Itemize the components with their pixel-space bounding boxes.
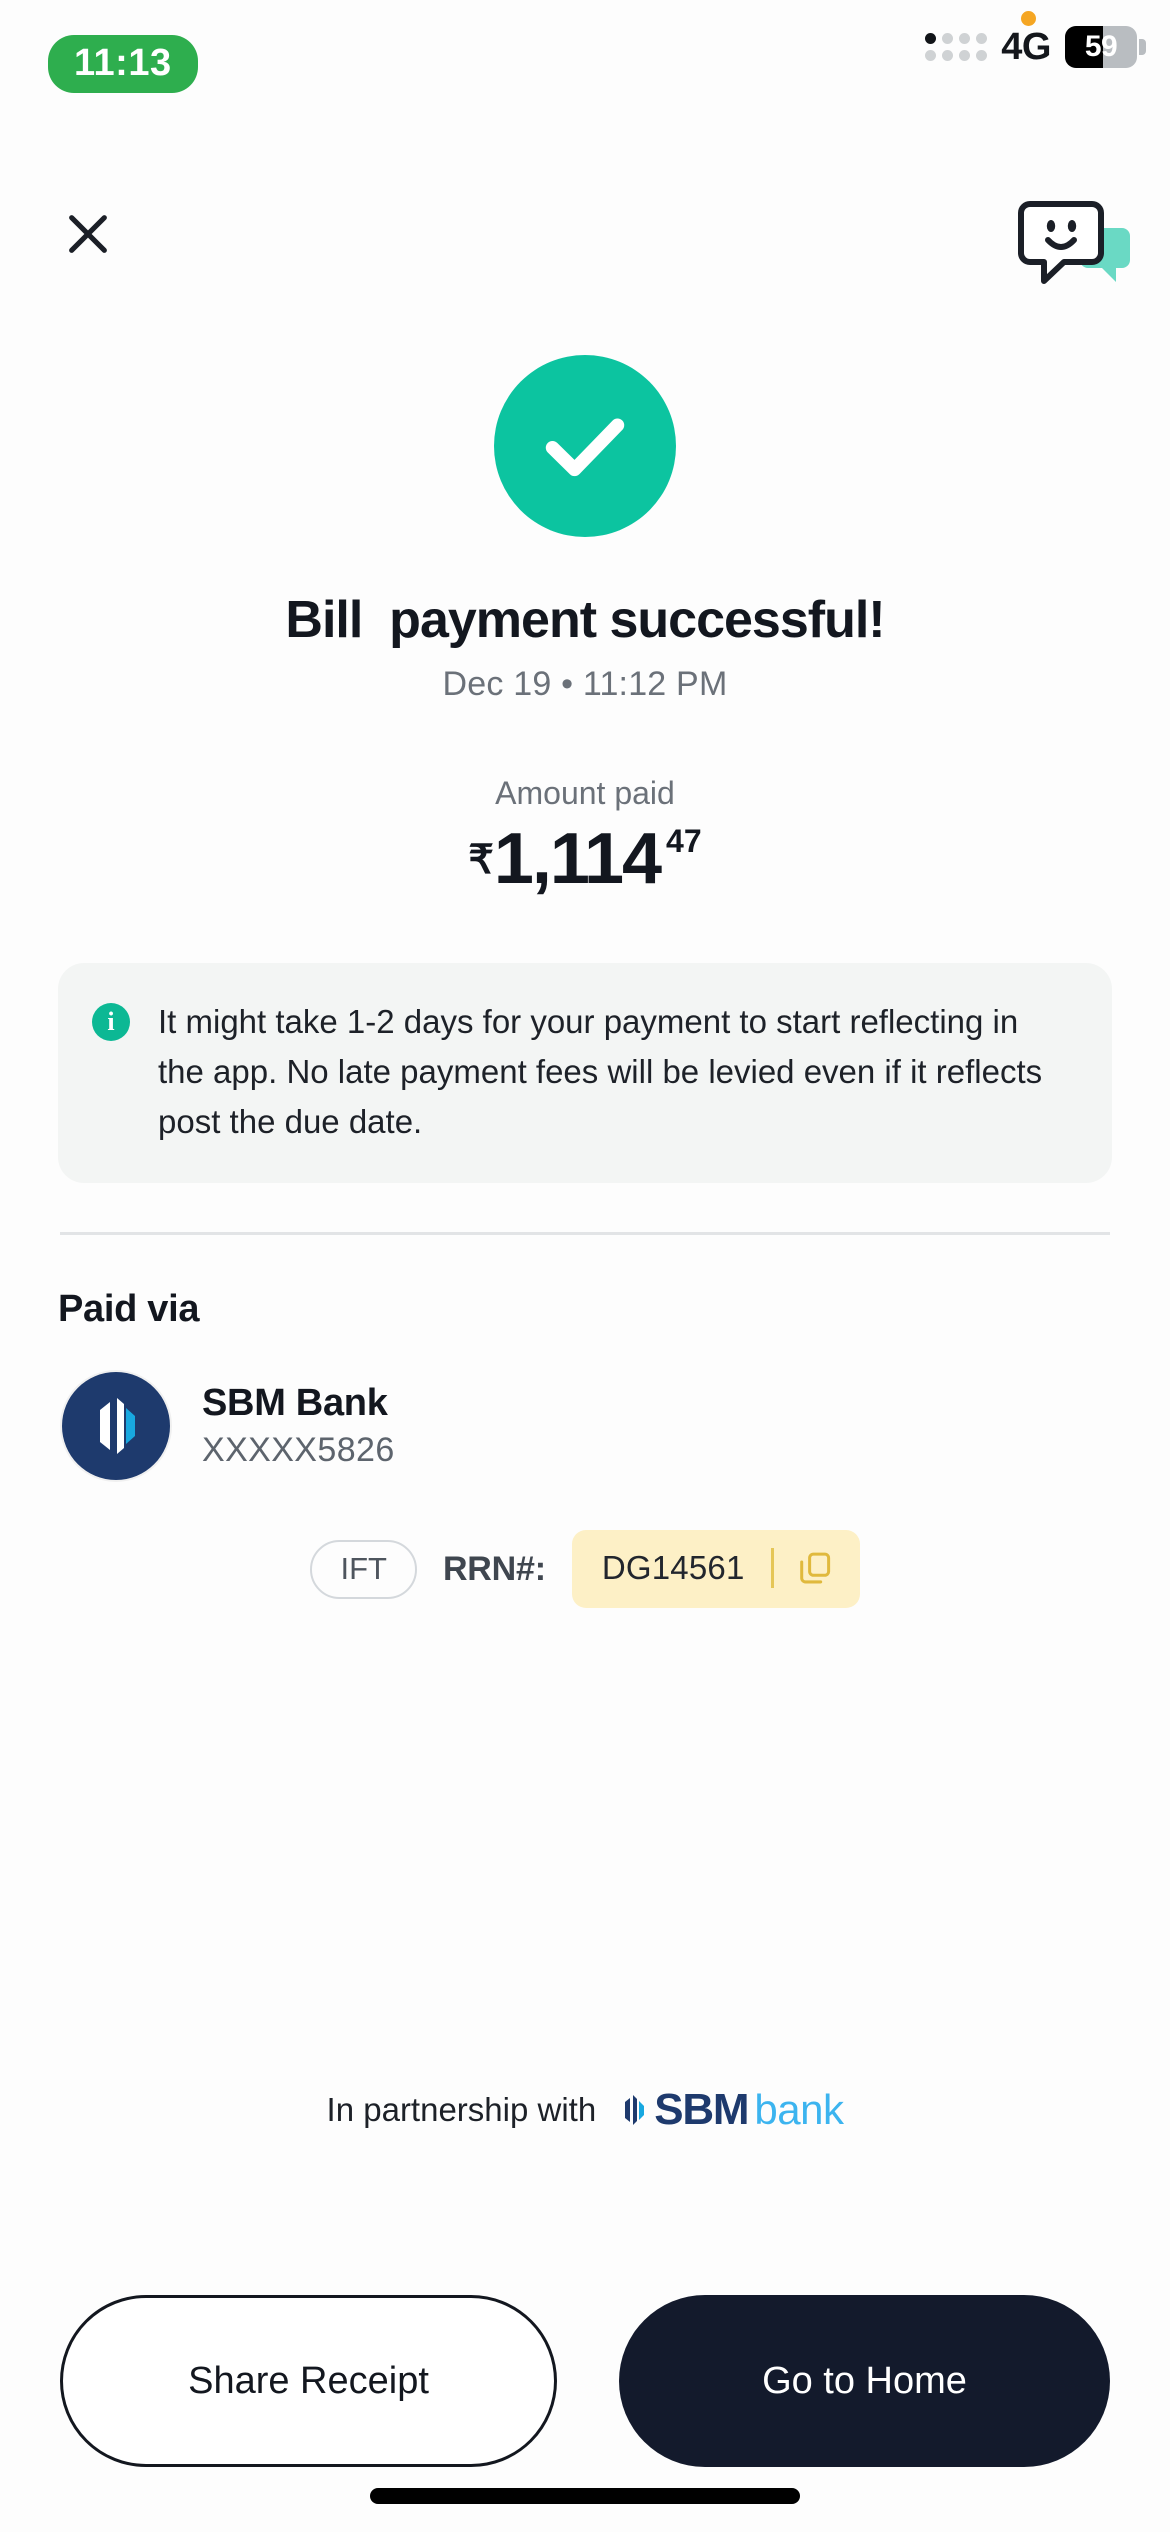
status-bar: 11:13 4G 59 <box>0 0 1170 96</box>
network-type-label: 4G <box>1001 26 1051 68</box>
brand-secondary: bank <box>754 2086 844 2133</box>
close-button[interactable] <box>60 206 116 262</box>
partnership-label: In partnership with <box>326 2091 597 2128</box>
info-note-card: i It might take 1-2 days for your paymen… <box>58 963 1112 1184</box>
info-note-text: It might take 1-2 days for your payment … <box>158 1003 1043 1141</box>
copy-button[interactable] <box>774 1549 860 1587</box>
notification-dot-icon <box>1021 11 1036 26</box>
action-button-row: Share Receipt Go to Home <box>60 2295 1110 2467</box>
sbm-mark-icon <box>625 2095 645 2125</box>
payment-mode-badge: IFT <box>310 1539 417 1599</box>
home-indicator[interactable] <box>370 2488 800 2504</box>
partnership-footer: In partnership with SBM bank <box>0 2085 1170 2135</box>
page-title: Bill payment successful! <box>285 591 885 649</box>
sbm-bank-wordmark: SBM bank <box>622 2085 844 2135</box>
rrn-label: RRN#: <box>442 1549 546 1588</box>
success-check-badge <box>494 355 676 537</box>
bank-account-masked: XXXXX5826 <box>202 1431 395 1469</box>
brand-primary: SBM <box>654 2085 749 2134</box>
amount-paid-label: Amount paid <box>495 775 675 811</box>
top-nav-bar <box>0 190 1170 300</box>
amount-minor: 47 <box>666 823 702 859</box>
sbm-logo-mark <box>100 1398 135 1454</box>
rrn-value: DG14561 <box>601 1549 745 1586</box>
paid-via-bank-row: SBM Bank XXXXX5826 <box>62 1372 395 1480</box>
copy-icon <box>799 1552 830 1584</box>
payment-success-screen: 11:13 4G 59 Bill payment successful! Dec… <box>0 0 1170 2532</box>
info-icon: i <box>92 1003 130 1041</box>
section-divider <box>60 1232 1110 1235</box>
battery-percent-label: 59 <box>1084 30 1118 63</box>
bank-name: SBM Bank <box>202 1382 388 1424</box>
paid-via-label: Paid via <box>58 1288 200 1330</box>
transaction-reference-row: IFT RRN#: DG14561 <box>0 1530 1170 1608</box>
close-icon <box>69 215 107 253</box>
currency-symbol: ₹ <box>468 838 494 882</box>
amount-major: 1,114 <box>493 819 662 899</box>
transaction-datetime: Dec 19 • 11:12 PM <box>442 665 728 703</box>
sbm-bank-logo-icon <box>62 1372 170 1480</box>
signal-dots-icon <box>925 33 988 61</box>
battery-icon: 59 <box>1065 26 1146 68</box>
status-bar-indicators: 4G 59 <box>925 26 1146 68</box>
share-receipt-button[interactable]: Share Receipt <box>60 2295 557 2467</box>
success-check-icon <box>545 418 625 477</box>
chat-support-button[interactable] <box>1010 190 1140 290</box>
status-bar-time: 11:13 <box>48 35 198 93</box>
amount-paid-value: ₹ 1,114 47 <box>0 815 1170 895</box>
chat-support-smiley-icon <box>1018 201 1130 284</box>
go-to-home-button[interactable]: Go to Home <box>619 2295 1110 2467</box>
rrn-copy-chip[interactable]: DG14561 <box>571 1530 860 1608</box>
